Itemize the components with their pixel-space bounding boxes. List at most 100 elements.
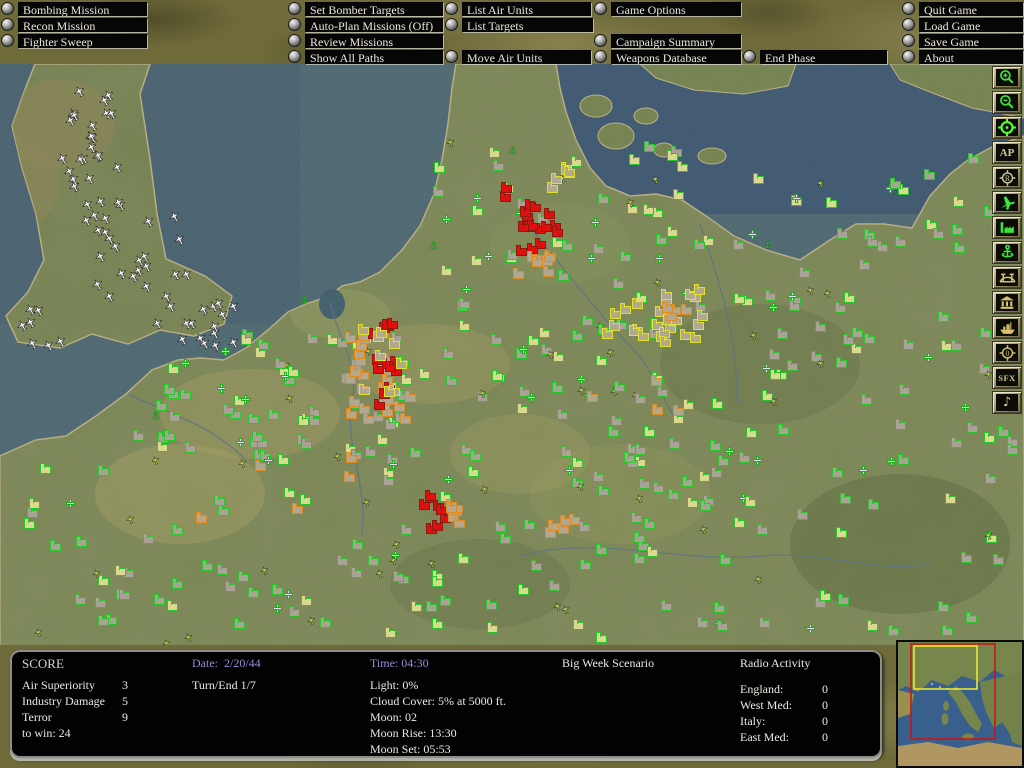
unit-marker-green-target-factory-icon[interactable]	[75, 594, 86, 605]
unit-marker-green-target-factory-icon[interactable]	[580, 559, 591, 570]
unit-marker-green-target-factory-icon[interactable]	[217, 564, 228, 575]
unit-marker-green-target-factory-icon[interactable]	[309, 415, 320, 426]
unit-marker-green-target-factory-light-icon[interactable]	[539, 327, 550, 338]
unit-marker-port-anchor-icon[interactable]: ⚓	[300, 296, 309, 306]
unit-marker-green-target-factory-icon[interactable]	[593, 471, 604, 482]
unit-marker-green-target-factory-icon[interactable]	[656, 234, 667, 245]
unit-marker-green-target-factory-icon[interactable]	[248, 413, 259, 424]
menu-button-end-phase[interactable]: End Phase	[760, 50, 887, 64]
center-target-button[interactable]	[992, 116, 1022, 139]
unit-marker-green-target-factory-icon[interactable]	[385, 419, 396, 430]
unit-marker-green-target-factory-light-icon[interactable]	[770, 369, 781, 380]
unit-marker-yellow-target-factory-icon[interactable]	[661, 289, 672, 300]
unit-marker-green-target-factory-icon[interactable]	[720, 554, 731, 565]
menu-button-show-all-paths[interactable]: Show All Paths	[305, 50, 443, 64]
unit-marker-green-target-factory-icon[interactable]	[644, 518, 655, 529]
unit-marker-orange-target-factory-icon[interactable]	[544, 251, 555, 262]
unit-marker-green-target-factory-light-icon[interactable]	[596, 632, 607, 643]
menu-button-about[interactable]: About	[919, 50, 1023, 64]
unit-marker-green-target-factory-light-icon[interactable]	[851, 343, 862, 354]
unit-marker-orange-target-factory-icon[interactable]	[662, 302, 673, 313]
unit-marker-green-target-factory-light-icon[interactable]	[677, 161, 688, 172]
unit-marker-airfield-cross-icon[interactable]	[389, 460, 398, 469]
unit-marker-green-target-factory-icon[interactable]	[903, 339, 914, 350]
unit-marker-green-target-factory-icon[interactable]	[710, 440, 721, 451]
unit-marker-white-aircraft-unit-icon[interactable]	[25, 336, 40, 351]
unit-marker-green-aircraft-icon[interactable]	[332, 451, 343, 462]
unit-marker-green-target-factory-icon[interactable]	[739, 452, 750, 463]
unit-marker-green-target-factory-icon[interactable]	[613, 278, 624, 289]
unit-marker-green-target-factory-icon[interactable]	[799, 267, 810, 278]
unit-marker-green-target-factory-icon[interactable]	[952, 224, 963, 235]
unit-marker-green-target-factory-light-icon[interactable]	[629, 154, 640, 165]
unit-marker-green-target-factory-icon[interactable]	[815, 321, 826, 332]
unit-marker-green-target-factory-icon[interactable]	[275, 358, 286, 369]
unit-marker-airfield-cross-icon[interactable]	[792, 194, 801, 203]
unit-marker-green-target-factory-icon[interactable]	[836, 357, 847, 368]
unit-marker-green-target-factory-icon[interactable]	[95, 597, 106, 608]
unit-marker-green-aircraft-icon[interactable]	[479, 484, 490, 495]
unit-marker-green-target-factory-icon[interactable]	[252, 431, 263, 442]
unit-marker-green-target-factory-icon[interactable]	[797, 509, 808, 520]
unit-marker-green-target-factory-icon[interactable]	[531, 560, 542, 571]
unit-marker-green-target-factory-light-icon[interactable]	[687, 497, 698, 508]
unit-marker-green-target-factory-icon[interactable]	[558, 270, 569, 281]
unit-marker-green-target-factory-light-icon[interactable]	[377, 434, 388, 445]
unit-marker-white-aircraft-unit-icon[interactable]	[93, 194, 108, 209]
unit-marker-red-target-factory-icon[interactable]	[530, 201, 541, 212]
unit-marker-green-aircraft-icon[interactable]	[652, 277, 663, 288]
unit-marker-green-target-factory-light-icon[interactable]	[157, 441, 168, 452]
unit-marker-white-aircraft-unit-icon[interactable]	[102, 289, 117, 304]
port-filter-button[interactable]	[992, 241, 1022, 264]
unit-marker-white-aircraft-unit-icon[interactable]	[55, 151, 70, 166]
unit-marker-orange-target-factory-icon[interactable]	[345, 373, 356, 384]
unit-marker-green-target-factory-icon[interactable]	[557, 409, 568, 420]
unit-marker-green-target-factory-icon[interactable]	[697, 617, 708, 628]
unit-marker-green-aircraft-icon[interactable]	[33, 627, 44, 638]
unit-marker-green-target-factory-icon[interactable]	[561, 446, 572, 457]
unit-marker-yellow-target-factory-icon[interactable]	[620, 303, 631, 314]
unit-marker-green-target-factory-icon[interactable]	[644, 141, 655, 152]
unit-marker-green-target-factory-icon[interactable]	[733, 239, 744, 250]
unit-marker-green-aircraft-icon[interactable]	[374, 568, 385, 579]
unit-marker-red-target-factory-icon[interactable]	[419, 499, 430, 510]
unit-marker-orange-target-factory-icon[interactable]	[545, 527, 556, 538]
unit-marker-yellow-target-factory-icon[interactable]	[376, 327, 387, 338]
unit-marker-red-target-factory-icon[interactable]	[500, 191, 511, 202]
unit-marker-white-aircraft-unit-icon[interactable]	[90, 277, 105, 292]
unit-marker-orange-target-factory-icon[interactable]	[651, 375, 662, 386]
unit-marker-green-target-factory-icon[interactable]	[840, 493, 851, 504]
unit-marker-red-target-factory-icon[interactable]	[432, 520, 443, 531]
unit-marker-green-aircraft-icon[interactable]	[361, 497, 372, 508]
unit-marker-orange-target-factory-icon[interactable]	[652, 404, 663, 415]
unit-marker-green-aircraft-icon[interactable]	[815, 358, 826, 369]
unit-marker-yellow-target-factory-icon[interactable]	[564, 166, 575, 177]
unit-marker-green-target-factory-icon[interactable]	[572, 330, 583, 341]
unit-marker-green-target-factory-light-icon[interactable]	[459, 320, 470, 331]
unit-marker-green-target-factory-icon[interactable]	[711, 467, 722, 478]
unit-marker-green-aircraft-icon[interactable]	[125, 514, 136, 525]
unit-marker-yellow-target-factory-icon[interactable]	[602, 328, 613, 339]
unit-marker-orange-target-factory-icon[interactable]	[345, 332, 356, 343]
unit-marker-green-target-factory-light-icon[interactable]	[745, 496, 756, 507]
unit-marker-green-target-factory-light-icon[interactable]	[468, 466, 479, 477]
unit-marker-green-target-factory-icon[interactable]	[938, 311, 949, 322]
unit-marker-green-target-factory-icon[interactable]	[924, 169, 935, 180]
unit-marker-green-target-factory-icon[interactable]	[169, 411, 180, 422]
unit-marker-green-target-factory-icon[interactable]	[895, 236, 906, 247]
unit-marker-green-target-factory-light-icon[interactable]	[24, 518, 35, 529]
unit-marker-green-target-factory-icon[interactable]	[765, 290, 776, 301]
air-units-filter-button[interactable]	[992, 191, 1022, 214]
unit-marker-green-target-factory-light-icon[interactable]	[647, 546, 658, 557]
unit-marker-green-target-factory-icon[interactable]	[657, 386, 668, 397]
unit-marker-green-aircraft-icon[interactable]	[805, 285, 816, 296]
unit-marker-green-target-factory-icon[interactable]	[248, 587, 259, 598]
menu-button-set-bomber-targets[interactable]: Set Bomber Targets	[305, 2, 443, 16]
unit-marker-green-aircraft-icon[interactable]	[575, 481, 586, 492]
unit-marker-yellow-target-factory-icon[interactable]	[693, 319, 704, 330]
unit-marker-port-anchor-icon[interactable]: ⚓	[508, 147, 517, 157]
unit-marker-orange-target-factory-icon[interactable]	[292, 503, 303, 514]
unit-marker-green-target-factory-icon[interactable]	[320, 617, 331, 628]
unit-marker-green-target-factory-icon[interactable]	[164, 384, 175, 395]
menu-button-review-missions[interactable]: Review Missions	[305, 34, 443, 48]
